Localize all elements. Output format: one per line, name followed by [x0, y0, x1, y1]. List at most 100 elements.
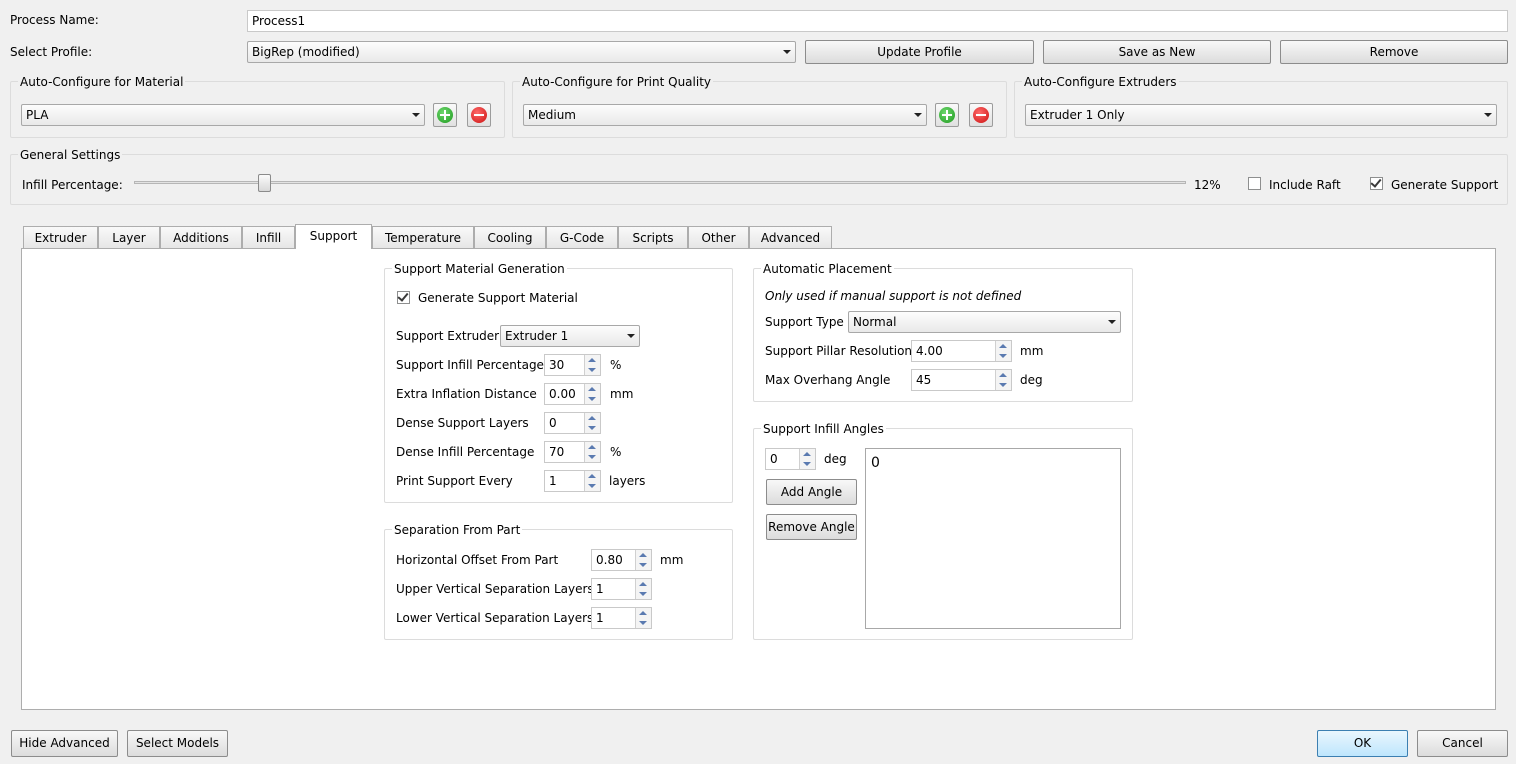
profile-select[interactable]: BigRep (modified) [247, 41, 796, 63]
tab-infill[interactable]: Infill [242, 226, 295, 248]
update-profile-button[interactable]: Update Profile [805, 40, 1034, 64]
material-select[interactable]: PLA [21, 104, 425, 126]
process-name-label: Process Name: [10, 13, 99, 27]
save-as-new-button[interactable]: Save as New [1043, 40, 1271, 64]
support-infill-percentage-spinbox[interactable]: 30 [544, 354, 601, 376]
chevron-down-icon [914, 113, 922, 117]
angle-value: 0 [770, 452, 778, 466]
tab-layer[interactable]: Layer [98, 226, 160, 248]
arrow-up-icon [803, 452, 811, 456]
pillar-resolution-value: 4.00 [916, 344, 943, 358]
horizontal-offset-spinbox[interactable]: 0.80 [591, 549, 652, 571]
quality-select-value: Medium [528, 108, 576, 122]
auto-material-title: Auto-Configure for Material [18, 74, 186, 90]
max-overhang-unit: deg [1020, 373, 1043, 387]
tab-cooling[interactable]: Cooling [474, 226, 546, 248]
tab-other[interactable]: Other [688, 226, 749, 248]
pillar-resolution-spinbox[interactable]: 4.00 [911, 340, 1012, 362]
remove-angle-button[interactable]: Remove Angle [766, 514, 857, 540]
spinner-arrows[interactable] [584, 384, 600, 404]
pillar-resolution-unit: mm [1020, 344, 1044, 358]
print-support-every-spinbox[interactable]: 1 [544, 470, 601, 492]
tab-advanced[interactable]: Advanced [749, 226, 832, 248]
support-extruder-value: Extruder 1 [505, 329, 569, 343]
quality-select[interactable]: Medium [523, 104, 927, 126]
add-angle-button[interactable]: Add Angle [766, 479, 857, 505]
remove-quality-button[interactable] [969, 103, 993, 127]
remove-profile-button[interactable]: Remove [1280, 40, 1508, 64]
tab-temperature[interactable]: Temperature [372, 226, 474, 248]
arrow-up-icon [999, 373, 1007, 377]
support-type-select[interactable]: Normal [848, 311, 1121, 333]
tab-additions[interactable]: Additions [160, 226, 242, 248]
select-profile-label: Select Profile: [10, 45, 93, 59]
support-infill-percentage-label: Support Infill Percentage [396, 358, 544, 372]
ok-button[interactable]: OK [1317, 730, 1408, 757]
dense-support-layers-spinbox[interactable]: 0 [544, 412, 601, 434]
spinner-arrows[interactable] [995, 341, 1011, 361]
upper-separation-spinbox[interactable]: 1 [591, 578, 652, 600]
tab-scripts[interactable]: Scripts [618, 226, 688, 248]
extruders-select[interactable]: Extruder 1 Only [1025, 104, 1497, 126]
arrow-down-icon [639, 592, 647, 596]
tab-support[interactable]: Support [295, 224, 372, 249]
process-name-input[interactable]: Process1 [247, 10, 1508, 32]
extruders-select-value: Extruder 1 Only [1030, 108, 1125, 122]
check-icon [397, 290, 409, 302]
support-infill-percentage-unit: % [610, 358, 622, 372]
arrow-up-icon [588, 387, 596, 391]
spinner-arrows[interactable] [635, 550, 651, 570]
spinner-arrows[interactable] [584, 442, 600, 462]
infill-slider-track[interactable] [134, 181, 1186, 184]
list-item[interactable]: 0 [871, 454, 880, 472]
support-type-label: Support Type [765, 315, 844, 329]
dense-infill-percentage-spinbox[interactable]: 70 [544, 441, 601, 463]
tab-extruder[interactable]: Extruder [23, 226, 98, 248]
infill-slider-handle[interactable] [258, 174, 271, 192]
hide-advanced-button[interactable]: Hide Advanced [11, 730, 118, 757]
lower-separation-label: Lower Vertical Separation Layers [396, 611, 594, 625]
spinner-arrows[interactable] [995, 370, 1011, 390]
plus-icon [939, 107, 955, 123]
spinner-arrows[interactable] [799, 449, 815, 469]
extra-inflation-spinbox[interactable]: 0.00 [544, 383, 601, 405]
lower-separation-value: 1 [596, 611, 604, 625]
infill-angles-title: Support Infill Angles [761, 421, 886, 437]
arrow-up-icon [639, 553, 647, 557]
dense-infill-percentage-unit: % [610, 445, 622, 459]
max-overhang-label: Max Overhang Angle [765, 373, 891, 387]
spinner-arrows[interactable] [635, 579, 651, 599]
select-models-button[interactable]: Select Models [127, 730, 228, 757]
chevron-down-icon [1108, 320, 1116, 324]
auto-placement-title: Automatic Placement [761, 261, 894, 277]
include-raft-checkbox[interactable] [1248, 177, 1261, 190]
spinner-arrows[interactable] [584, 471, 600, 491]
support-extruder-select[interactable]: Extruder 1 [500, 325, 640, 347]
support-infill-percentage-value: 30 [549, 358, 565, 372]
arrow-down-icon [588, 426, 596, 430]
print-support-every-value: 1 [549, 474, 557, 488]
generate-support-checkbox[interactable] [1370, 176, 1383, 190]
chevron-down-icon [783, 50, 791, 54]
dense-infill-percentage-value: 70 [549, 445, 565, 459]
generate-support-material-checkbox[interactable] [397, 290, 410, 304]
print-support-every-label: Print Support Every [396, 474, 513, 488]
arrow-down-icon [588, 397, 596, 401]
remove-material-button[interactable] [467, 103, 491, 127]
spinner-arrows[interactable] [584, 355, 600, 375]
add-quality-button[interactable] [935, 103, 959, 127]
angle-spinbox[interactable]: 0 [765, 448, 816, 470]
tab-gcode[interactable]: G-Code [546, 226, 618, 248]
infill-percentage-label: Infill Percentage: [22, 178, 123, 192]
add-material-button[interactable] [433, 103, 457, 127]
cancel-button[interactable]: Cancel [1417, 730, 1508, 757]
lower-separation-spinbox[interactable]: 1 [591, 607, 652, 629]
angles-list[interactable]: 0 [865, 448, 1121, 629]
check-icon [1370, 176, 1382, 188]
separation-title: Separation From Part [392, 522, 523, 538]
max-overhang-spinbox[interactable]: 45 [911, 369, 1012, 391]
include-raft-label: Include Raft [1269, 178, 1341, 192]
spinner-arrows[interactable] [635, 608, 651, 628]
print-support-every-unit: layers [609, 474, 646, 488]
spinner-arrows[interactable] [584, 413, 600, 433]
